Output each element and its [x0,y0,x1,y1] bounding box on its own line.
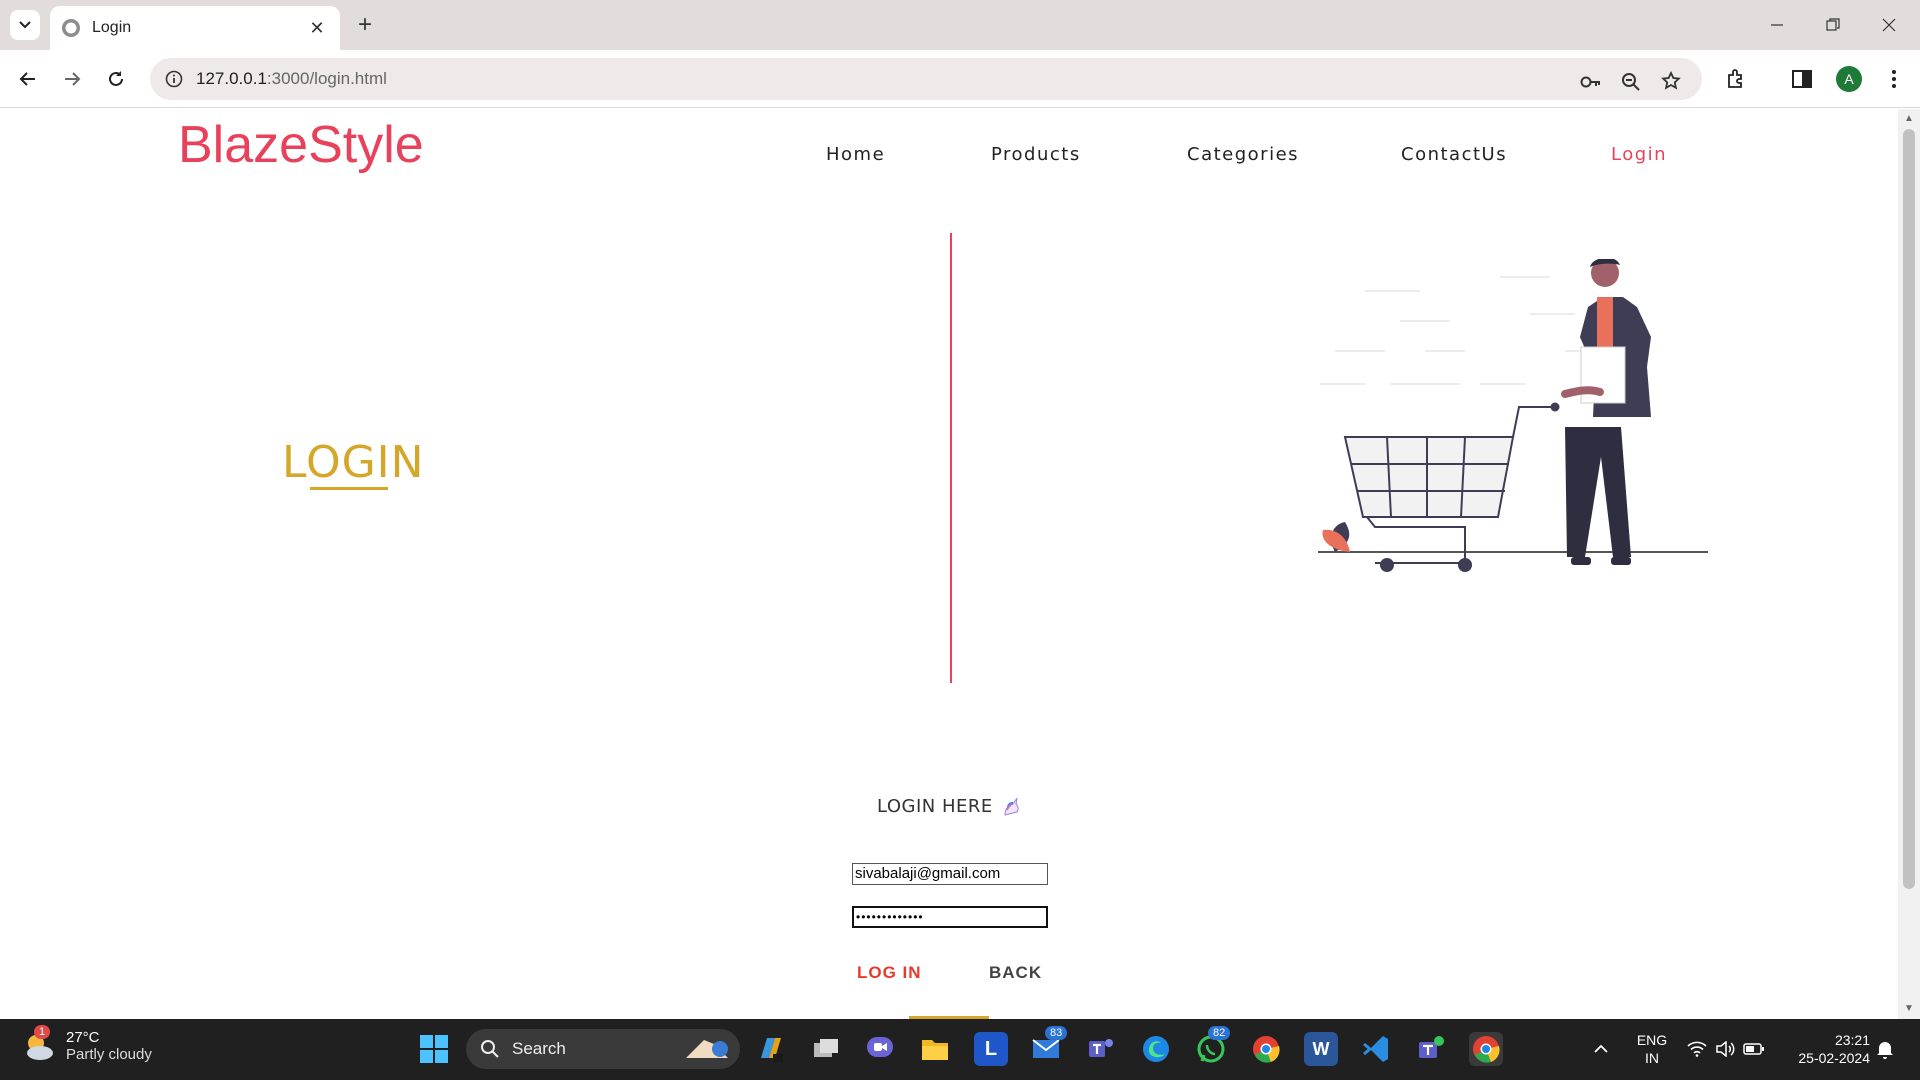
email-field[interactable]: sivabalaji@gmail.com [852,863,1048,885]
web-page: BlazeStyle Home Products Categories Cont… [0,109,1898,1019]
scroll-down-icon[interactable]: ▼ [1903,1003,1915,1015]
reload-icon [109,71,123,86]
weather-condition: Partly cloudy [66,1046,152,1063]
word-app-icon[interactable]: W [1304,1032,1338,1066]
nav-products[interactable]: Products [991,144,1081,165]
battery-icon[interactable] [1737,1032,1771,1066]
login-button[interactable]: LOG IN [857,963,922,983]
password-key-icon[interactable] [1580,71,1602,93]
reload-button[interactable] [100,63,132,95]
chat-app-icon[interactable] [863,1032,897,1066]
minimize-button[interactable] [1762,10,1792,40]
nav-login[interactable]: Login [1611,144,1667,165]
password-field[interactable]: ••••••••••••• [852,906,1048,928]
search-highlight-icon [686,1040,728,1058]
close-icon [1882,18,1896,32]
vscode-app-icon[interactable] [1359,1032,1393,1066]
task-view-icon[interactable] [809,1032,843,1066]
nav-contactus[interactable]: ContactUs [1401,144,1507,165]
partly-cloudy-icon: 1 [22,1025,56,1063]
address-bar[interactable]: 127.0.0.1:3000/login.html [150,58,1702,100]
l-app-icon[interactable]: L [974,1032,1008,1066]
new-tab-button[interactable]: + [352,11,378,38]
bookmark-star-icon[interactable] [1660,70,1682,92]
more-menu-icon[interactable] [1878,63,1910,95]
tab-search-button[interactable] [10,10,40,40]
taskbar-search[interactable]: Search [466,1029,740,1069]
search-icon [481,1040,499,1058]
nav-categories[interactable]: Categories [1187,144,1299,165]
side-panel-icon[interactable] [1786,63,1818,95]
chrome-profile-app-icon[interactable] [1249,1032,1283,1066]
weather-widget[interactable]: 1 27°C Partly cloudy [22,1025,152,1063]
arrow-left-icon [19,72,35,86]
page-scrollbar[interactable]: ▲ ▼ [1898,109,1920,1019]
clock[interactable]: 23:21 25-02-2024 [1780,1031,1870,1067]
close-tab-icon[interactable]: ✕ [306,18,328,39]
mail-badge: 83 [1045,1026,1068,1040]
close-window-button[interactable] [1874,10,1904,40]
extensions-icon[interactable] [1720,63,1752,95]
weather-badge: 1 [34,1025,51,1039]
url-text: 127.0.0.1:3000/login.html [196,69,387,88]
brand-logo[interactable]: BlazeStyle [178,115,424,175]
browser-tabstrip: Login ✕ + [0,0,1920,50]
windows-taskbar: 1 27°C Partly cloudy Search L 83 82 W EN… [0,1019,1920,1080]
whatsapp-app-icon[interactable]: 82 [1194,1026,1231,1066]
language-indicator[interactable]: ENG IN [1632,1031,1672,1067]
copilot-app-icon[interactable] [753,1032,787,1066]
start-button[interactable] [417,1032,451,1066]
login-heading: LOGIN [282,437,425,488]
teams-app-icon[interactable] [1084,1032,1118,1066]
edge-app-icon[interactable] [1139,1032,1173,1066]
restore-button[interactable] [1818,10,1848,40]
profile-avatar[interactable]: A [1836,66,1862,92]
zoom-icon[interactable] [1620,71,1642,93]
login-form-title: LOGIN HERE [877,796,1021,817]
chevron-down-icon [19,21,31,29]
whatsapp-badge: 82 [1208,1026,1231,1040]
shopping-illustration [1318,259,1708,572]
search-label: Search [512,1039,566,1058]
windows-logo-icon [420,1035,448,1063]
tray-overflow-icon[interactable] [1584,1032,1618,1066]
browser-tab-login[interactable]: Login ✕ [50,6,340,50]
unicorn-emoji-icon [1004,797,1019,816]
back-button[interactable]: BACK [989,963,1042,983]
back-button[interactable] [12,63,44,95]
heading-underline [310,487,388,490]
site-info-icon[interactable] [164,69,184,89]
mail-app-icon[interactable]: 83 [1029,1026,1068,1066]
notification-bell-icon[interactable] [1868,1032,1902,1066]
forward-button[interactable] [56,63,88,95]
teams-new-app-icon[interactable] [1414,1032,1448,1066]
arrow-right-icon [65,72,81,86]
scroll-up-icon[interactable]: ▲ [1903,113,1915,125]
browser-toolbar: 127.0.0.1:3000/login.html A [0,50,1920,108]
weather-temp: 27°C [66,1029,100,1046]
chrome-app-icon[interactable] [1469,1032,1503,1066]
globe-icon [62,19,80,37]
scroll-thumb[interactable] [1903,129,1915,889]
tab-title: Login [92,19,132,36]
file-explorer-icon[interactable] [918,1032,952,1066]
minimize-icon [1771,24,1783,26]
vertical-divider [950,233,952,683]
nav-home[interactable]: Home [826,144,885,165]
restore-icon [1826,18,1840,31]
